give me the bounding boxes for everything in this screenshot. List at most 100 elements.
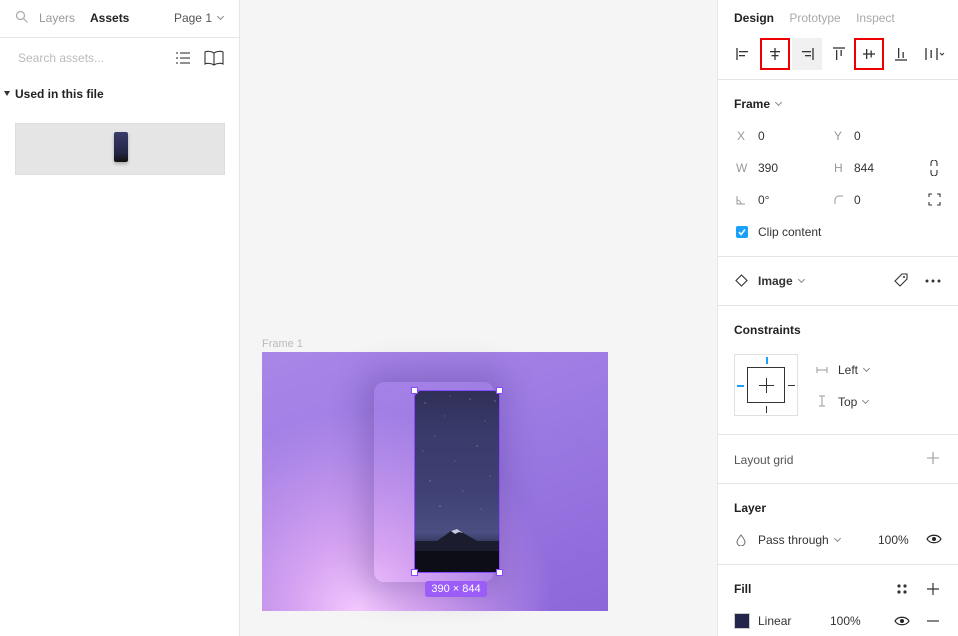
chevron-down-icon: [862, 364, 871, 373]
resize-handle-top-left[interactable]: [411, 387, 418, 394]
resize-handle-top-right[interactable]: [496, 387, 503, 394]
remove-fill-icon[interactable]: [927, 620, 939, 622]
caret-down-icon: [4, 91, 10, 96]
width-input[interactable]: 390: [758, 161, 778, 175]
clip-content-checkbox[interactable]: [736, 226, 748, 238]
fill-type-label[interactable]: Linear: [758, 614, 791, 628]
x-input[interactable]: 0: [758, 129, 765, 143]
w-label: W: [736, 161, 748, 175]
layer-opacity-input[interactable]: 100%: [878, 533, 909, 547]
align-top-icon: [833, 47, 845, 60]
y-input[interactable]: 0: [854, 129, 861, 143]
add-layout-grid-icon[interactable]: [927, 452, 939, 464]
asset-search-bar: [0, 38, 239, 78]
align-vertical-center-icon: [863, 49, 875, 59]
horizontal-constraint-select[interactable]: Left: [838, 363, 871, 377]
constraint-top-bar[interactable]: [766, 357, 768, 364]
layout-grid-section: Layout grid: [718, 434, 958, 483]
blend-mode-icon: [736, 534, 746, 546]
frame-section-title[interactable]: Frame: [734, 97, 783, 111]
chevron-down-icon: [216, 12, 225, 21]
frame-label[interactable]: Frame 1: [262, 338, 303, 350]
x-label: X: [737, 129, 746, 143]
team-library-icon[interactable]: [204, 50, 224, 66]
constraint-right-bar[interactable]: [788, 385, 795, 386]
align-top-button[interactable]: [824, 38, 854, 70]
align-bottom-icon: [895, 48, 907, 61]
resize-handle-bottom-right[interactable]: [496, 569, 503, 576]
page-selector[interactable]: Page 1: [173, 11, 225, 25]
fill-section: Fill Linear 100%: [718, 564, 958, 636]
alignment-toolbar: [728, 38, 958, 70]
vertical-constraint-select[interactable]: Top: [838, 395, 870, 409]
resize-handle-bottom-left[interactable]: [411, 569, 418, 576]
add-fill-icon[interactable]: [927, 583, 939, 595]
styles-grid-icon[interactable]: [896, 583, 908, 595]
constraint-center-horizontal[interactable]: [759, 385, 774, 386]
align-bottom-button[interactable]: [886, 38, 916, 70]
right-panel: Design Prototype Inspect Frame X 0 Y 0 W…: [717, 0, 958, 636]
component-selector[interactable]: Image: [758, 274, 805, 288]
eye-icon[interactable]: [894, 616, 910, 626]
chevron-down-icon: [774, 98, 783, 107]
left-panel-tabs: Layers Assets Page 1: [0, 0, 239, 38]
layer-section: Layer Pass through 100%: [718, 483, 958, 564]
constraint-bottom-bar[interactable]: [766, 406, 767, 413]
blend-mode-select[interactable]: Pass through: [758, 533, 841, 547]
frame-title-text: Frame: [734, 97, 771, 111]
frame-1[interactable]: 390 × 844: [262, 352, 608, 611]
constraint-left-bar[interactable]: [737, 385, 744, 387]
tab-inspect[interactable]: Inspect: [856, 11, 895, 25]
chevron-down-icon: [862, 396, 870, 405]
fill-title: Fill: [734, 582, 752, 596]
horizontal-constraint-value: Left: [838, 363, 859, 377]
eye-icon[interactable]: [926, 534, 942, 544]
vertical-constraint-value: Top: [838, 395, 858, 409]
align-horizontal-center-button[interactable]: [760, 38, 790, 70]
search-assets-input[interactable]: [18, 49, 158, 67]
constraints-widget[interactable]: [734, 354, 798, 416]
distribute-button[interactable]: [918, 38, 948, 70]
more-options-icon[interactable]: [925, 279, 941, 283]
clip-content-label[interactable]: Clip content: [758, 225, 821, 239]
canvas[interactable]: Frame 1 390 × 844: [240, 0, 717, 636]
vertical-constraint-icon: [819, 395, 825, 407]
selection-outline: [414, 390, 500, 573]
chevron-down-icon: [797, 275, 805, 284]
checkmark-icon: [738, 229, 746, 236]
corner-radius-icon: [834, 195, 843, 204]
section-used-in-file[interactable]: Used in this file: [4, 87, 104, 101]
align-left-icon: [736, 48, 748, 60]
corner-radius-input[interactable]: 0: [854, 193, 861, 207]
constraints-title: Constraints: [734, 323, 801, 337]
list-view-icon[interactable]: [175, 50, 191, 66]
component-section: Image: [718, 256, 958, 305]
page-selector-label: Page 1: [173, 11, 212, 25]
chevron-down-icon: [833, 534, 841, 543]
fill-opacity-input[interactable]: 100%: [830, 614, 861, 628]
align-vertical-center-button[interactable]: [854, 38, 884, 70]
tab-layers[interactable]: Layers: [39, 11, 75, 25]
fill-color-swatch[interactable]: [734, 613, 750, 629]
section-title: Used in this file: [15, 87, 104, 101]
rotation-icon: [736, 196, 745, 205]
independent-corners-icon[interactable]: [928, 193, 941, 206]
tab-design[interactable]: Design: [734, 11, 774, 25]
search-icon[interactable]: [15, 10, 29, 24]
asset-thumbnail[interactable]: [15, 123, 225, 175]
distribute-icon: [925, 48, 945, 60]
h-label: H: [834, 161, 843, 175]
tab-assets[interactable]: Assets: [90, 11, 129, 25]
align-right-button[interactable]: [792, 38, 822, 70]
y-label: Y: [834, 129, 843, 143]
height-input[interactable]: 844: [854, 161, 874, 175]
dimension-badge: 390 × 844: [425, 581, 487, 597]
rotation-input[interactable]: 0°: [758, 193, 769, 207]
horizontal-constraint-icon: [816, 367, 828, 373]
layout-grid-title: Layout grid: [734, 453, 794, 467]
component-name: Image: [758, 274, 793, 288]
align-left-button[interactable]: [728, 38, 758, 70]
go-to-main-component-icon[interactable]: [894, 273, 908, 287]
constrain-proportions-icon[interactable]: [928, 160, 940, 176]
tab-prototype[interactable]: Prototype: [789, 11, 840, 25]
